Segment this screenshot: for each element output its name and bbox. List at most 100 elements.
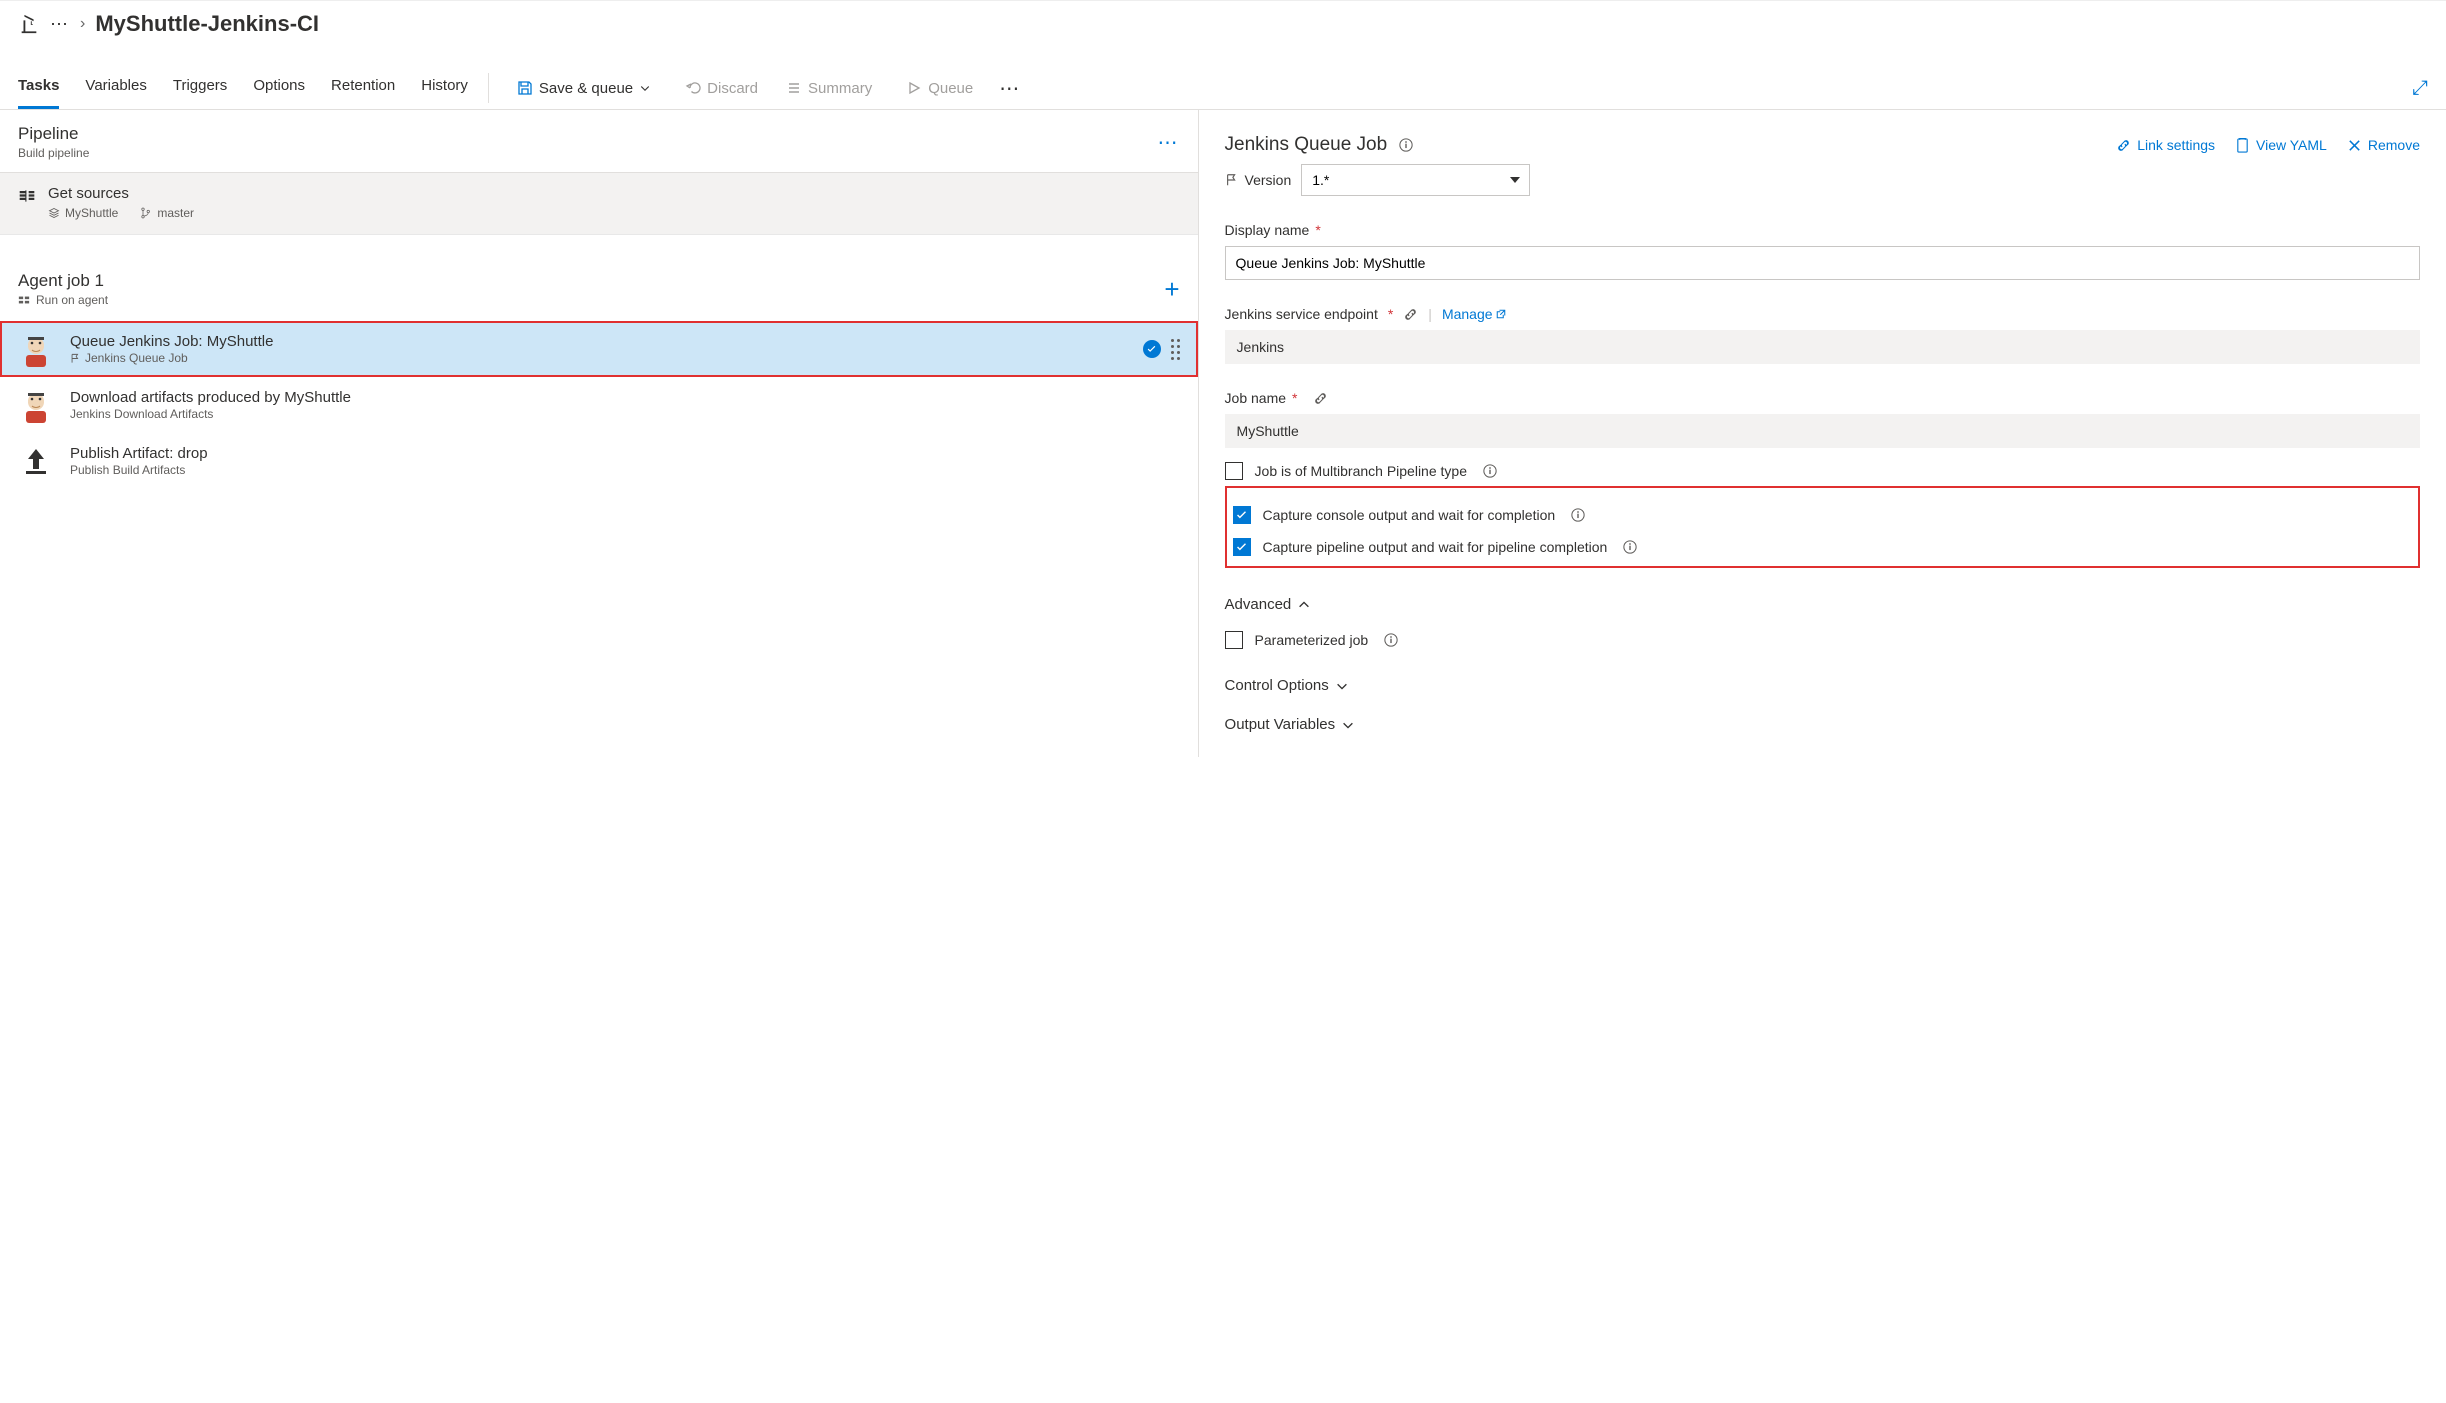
breadcrumb-title[interactable]: MyShuttle-Jenkins-CI [95,11,319,37]
sources-meta: MyShuttle master [48,206,194,220]
breadcrumb-ellipsis[interactable]: ⋯ [50,14,70,35]
info-icon[interactable] [1623,540,1637,554]
task-publish-artifact[interactable]: Publish Artifact: drop Publish Build Art… [0,433,1198,489]
undo-icon [685,80,701,96]
pipeline-title: Pipeline [18,124,89,144]
pipeline-subtitle: Build pipeline [18,146,89,160]
advanced-section[interactable]: Advanced [1225,596,2420,613]
link-settings-button[interactable]: Link settings [2116,137,2215,153]
parameterized-checkbox-row: Parameterized job [1225,631,2420,649]
version-row: Version [1225,164,2420,196]
task-title: Queue Jenkins Job: MyShuttle [70,333,273,350]
tabs-toolbar: Tasks Variables Triggers Options Retenti… [0,67,2446,110]
save-icon [517,80,533,96]
parameterized-checkbox[interactable] [1225,631,1243,649]
close-icon [2347,138,2362,153]
list-icon [786,80,802,96]
tab-retention[interactable]: Retention [331,67,395,109]
info-icon[interactable] [1399,138,1413,152]
chevron-down-icon [1335,679,1349,693]
tabs: Tasks Variables Triggers Options Retenti… [18,67,468,109]
remove-button[interactable]: Remove [2347,137,2420,153]
sources-title: Get sources [48,185,194,202]
version-select[interactable] [1301,164,1530,196]
job-name-value[interactable]: MyShuttle [1225,414,2420,448]
yaml-icon [2235,138,2250,153]
console-checkbox-row: Capture console output and wait for comp… [1233,506,2412,524]
details-header: Jenkins Queue Job Link settings View YAM… [1225,134,2420,156]
pipeline-header[interactable]: Pipeline Build pipeline ⋯ [0,110,1198,173]
jenkins-icon [18,331,54,367]
toolbar-more[interactable]: ⋯ [991,76,1029,101]
right-pane: Jenkins Queue Job Link settings View YAM… [1199,110,2446,757]
chevron-down-icon [639,82,651,94]
required-star: * [1315,222,1320,238]
task-subtitle: Jenkins Download Artifacts [70,407,351,421]
summary-button[interactable]: Summary [778,74,880,103]
highlighted-checkboxes: Capture console output and wait for comp… [1225,486,2420,568]
link-icon[interactable] [1313,391,1328,406]
get-sources[interactable]: Get sources MyShuttle master [0,173,1198,235]
chevron-up-icon [1297,598,1311,612]
display-name-input[interactable] [1225,246,2420,280]
tab-tasks[interactable]: Tasks [18,67,59,109]
chevron-right-icon: › [80,15,85,33]
required-star: * [1292,390,1297,406]
info-icon[interactable] [1571,508,1585,522]
manage-link[interactable]: Manage [1442,306,1507,322]
main-split: Pipeline Build pipeline ⋯ Get sources My… [0,110,2446,757]
endpoint-value[interactable]: Jenkins [1225,330,2420,364]
selected-check-icon [1143,340,1161,358]
link-icon [2116,138,2131,153]
discard-button[interactable]: Discard [677,74,766,103]
task-download-artifacts[interactable]: Download artifacts produced by MyShuttle… [0,377,1198,433]
pipeline-icon [18,13,40,35]
agent-icon [18,294,30,306]
tab-variables[interactable]: Variables [85,67,146,109]
control-options-section[interactable]: Control Options [1225,677,2420,694]
task-title: Publish Artifact: drop [70,445,208,462]
task-subtitle: Jenkins Queue Job [70,351,273,365]
add-task-button[interactable]: + [1164,274,1179,305]
pipeline-more[interactable]: ⋯ [1158,130,1180,155]
jenkins-icon [18,387,54,423]
separator: | [1428,306,1432,322]
console-checkbox[interactable] [1233,506,1251,524]
task-queue-jenkins[interactable]: Queue Jenkins Job: MyShuttle Jenkins Que… [0,321,1198,377]
job-name-field: Job name * MyShuttle [1225,390,2420,448]
repo-icon [48,207,60,219]
agent-subtitle: Run on agent [18,293,108,307]
display-name-field: Display name * [1225,222,2420,280]
pipeline-checkbox[interactable] [1233,538,1251,556]
drag-handle[interactable] [1171,339,1180,360]
pipeline-checkbox-row: Capture pipeline output and wait for pip… [1233,538,2412,556]
required-star: * [1388,306,1393,322]
task-subtitle: Publish Build Artifacts [70,463,208,477]
endpoint-field: Jenkins service endpoint * | Manage Jenk… [1225,306,2420,364]
tab-history[interactable]: History [421,67,468,109]
view-yaml-button[interactable]: View YAML [2235,137,2327,153]
upload-icon [18,443,54,479]
details-title: Jenkins Queue Job [1225,134,1414,156]
link-icon[interactable] [1403,307,1418,322]
multibranch-checkbox-row: Job is of Multibranch Pipeline type [1225,462,2420,480]
branch-icon [140,207,152,219]
save-queue-button[interactable]: Save & queue [509,74,659,103]
tab-options[interactable]: Options [253,67,305,109]
chevron-down-icon [1341,718,1355,732]
tab-triggers[interactable]: Triggers [173,67,227,109]
output-variables-section[interactable]: Output Variables [1225,716,2420,733]
agent-title: Agent job 1 [18,271,108,291]
agent-job[interactable]: Agent job 1 Run on agent + [0,253,1198,321]
multibranch-checkbox[interactable] [1225,462,1243,480]
left-pane: Pipeline Build pipeline ⋯ Get sources My… [0,110,1199,757]
version-select-wrap [1301,164,1530,196]
info-icon[interactable] [1384,633,1398,647]
details-actions: Link settings View YAML Remove [2116,137,2420,153]
info-icon[interactable] [1483,464,1497,478]
queue-button[interactable]: Queue [898,74,981,103]
task-title: Download artifacts produced by MyShuttle [70,389,351,406]
expand-icon[interactable]: ⤢ [2412,77,2428,100]
sources-icon [18,187,36,205]
breadcrumb: ⋯ › MyShuttle-Jenkins-CI [0,0,2446,47]
